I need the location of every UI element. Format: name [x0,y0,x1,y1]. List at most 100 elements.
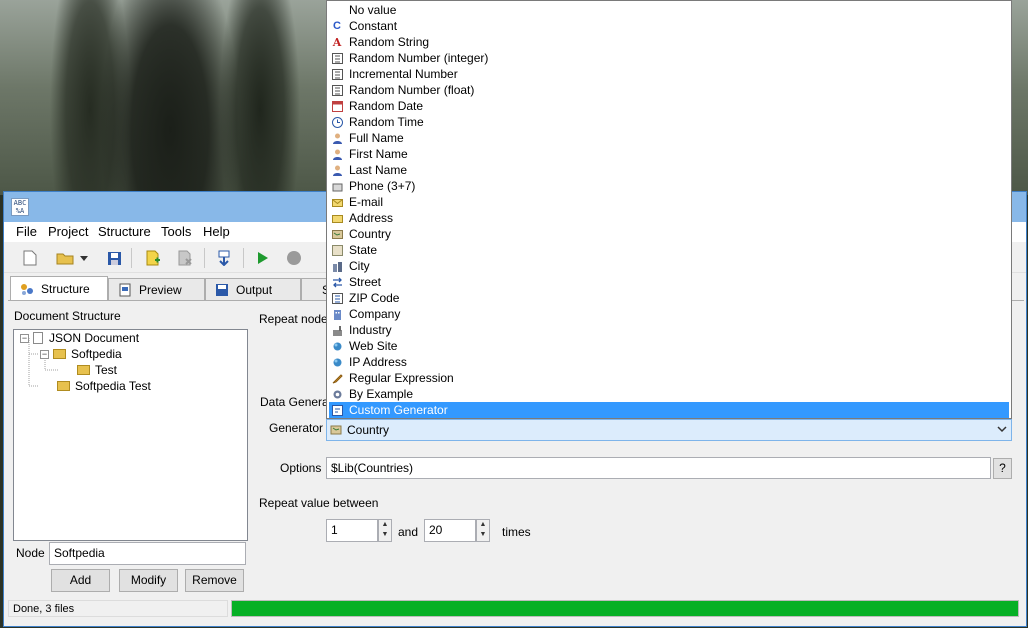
spin-up-icon[interactable]: ▲ [477,520,489,530]
tab-preview[interactable]: Preview [108,278,205,300]
tab-structure[interactable]: Structure [10,276,108,301]
dropdown-option-label: No value [349,3,397,17]
dropdown-option[interactable]: A Random String [329,34,1009,50]
generator-value: Country [347,423,390,437]
dropdown-option[interactable]: Street [329,274,1009,290]
folder-icon [53,349,66,359]
tree-node[interactable]: Test [77,363,117,377]
dropdown-option-label: Full Name [349,131,404,145]
industry-icon [331,324,343,336]
tab-preview-label: Preview [139,282,182,297]
options-input[interactable]: $Lib(Countries) [326,457,991,479]
repeat-min-input[interactable]: 1 [326,519,378,542]
import-icon[interactable] [213,247,235,269]
toolbar-separator [131,248,132,268]
dropdown-option[interactable]: City [329,258,1009,274]
dropdown-option[interactable]: State [329,242,1009,258]
dropdown-option[interactable]: Industry [329,322,1009,338]
tree-node-label: JSON Document [49,331,140,345]
random-string-icon: A [332,35,342,49]
generator-combobox[interactable]: Country [326,419,1012,441]
menu-project[interactable]: Project [48,224,88,239]
node-name-input[interactable]: Softpedia [49,542,246,565]
menu-structure[interactable]: Structure [98,224,151,239]
dropdown-option[interactable]: E-mail [329,194,1009,210]
dropdown-option-label: Random Time [349,115,424,129]
stop-icon[interactable] [283,247,305,269]
dropdown-option[interactable]: IP Address [329,354,1009,370]
tree-node[interactable]: − Softpedia [40,347,122,361]
city-icon [331,260,343,272]
generator-dropdown-list[interactable]: No value C Constant A Random String Random Nu… [326,0,1012,419]
dropdown-option-label: First Name [349,147,408,161]
structure-tree[interactable]: − JSON Document − Softpedia Test Softped… [13,329,248,541]
tab-output[interactable]: Output [205,278,301,300]
repeat-min-spinner[interactable]: ▲ ▼ [378,519,392,542]
spin-up-icon[interactable]: ▲ [379,520,391,530]
save-icon[interactable] [103,247,125,269]
tab-structure-label: Structure [41,282,90,296]
dropdown-option[interactable]: Last Name [329,162,1009,178]
new-file-icon[interactable] [19,247,41,269]
custom-icon [331,404,343,416]
dropdown-option[interactable]: Full Name [329,130,1009,146]
dropdown-option[interactable]: First Name [329,146,1009,162]
chevron-down-icon[interactable] [997,423,1007,437]
dropdown-option-label: Address [349,211,394,225]
dropdown-option[interactable]: C Constant [329,18,1009,34]
number-icon [331,52,343,64]
dropdown-option[interactable]: By Example [329,386,1009,402]
tree-node[interactable]: Softpedia Test [57,379,151,393]
dropdown-option-label: State [349,243,378,257]
repeat-max-spinner[interactable]: ▲ ▼ [476,519,490,542]
state-icon [331,244,343,256]
collapse-icon[interactable]: − [40,349,49,359]
address-icon [331,212,343,224]
dropdown-option-label: Constant [349,19,398,33]
add-node-icon[interactable] [142,247,164,269]
tab-output-label: Output [236,282,273,297]
remove-button[interactable]: Remove [185,569,244,592]
dropdown-option[interactable]: ZIP Code [329,290,1009,306]
options-help-button[interactable]: ? [993,458,1012,479]
dropdown-option[interactable]: Incremental Number [329,66,1009,82]
spin-down-icon[interactable]: ▼ [379,530,391,540]
open-folder-icon[interactable] [54,247,76,269]
repeat-max-input[interactable]: 20 [424,519,476,542]
folder-icon [77,365,90,375]
dropdown-option[interactable]: Phone (3+7) [329,178,1009,194]
menu-tools[interactable]: Tools [161,224,191,239]
dropdown-option[interactable]: Company [329,306,1009,322]
menu-file[interactable]: File [16,224,37,239]
dropdown-option[interactable]: Regular Expression [329,370,1009,386]
add-button[interactable]: Add [51,569,110,592]
dropdown-option[interactable]: Address [329,210,1009,226]
globe-icon [331,356,343,368]
calendar-icon [331,100,343,112]
generator-label: Generator [269,421,324,435]
spin-down-icon[interactable]: ▼ [477,530,489,540]
dropdown-option[interactable]: Country [329,226,1009,242]
menu-help[interactable]: Help [203,224,230,239]
dropdown-option[interactable]: Random Number (float) [329,82,1009,98]
country-icon [330,424,342,436]
folder-icon [57,381,70,391]
dropdown-option[interactable]: Random Date [329,98,1009,114]
dropdown-option[interactable]: Custom Generator [329,402,1009,418]
delete-node-icon[interactable] [174,247,196,269]
open-dropdown-icon[interactable] [78,247,90,269]
dropdown-option[interactable]: Random Time [329,114,1009,130]
run-icon[interactable] [252,247,274,269]
dropdown-option-label: Country [349,227,392,241]
pencil-icon [331,372,343,384]
tree-node[interactable]: − JSON Document [20,331,139,345]
dropdown-option[interactable]: Random Number (integer) [329,50,1009,66]
dropdown-option[interactable]: Web Site [329,338,1009,354]
tree-node-label: Softpedia Test [75,379,151,393]
status-text: Done, 3 files [8,600,228,617]
collapse-icon[interactable]: − [20,333,29,343]
dropdown-option-label: Web Site [349,339,398,353]
options-label: Options [280,461,322,475]
modify-button[interactable]: Modify [119,569,178,592]
dropdown-option[interactable]: No value [329,2,1009,18]
